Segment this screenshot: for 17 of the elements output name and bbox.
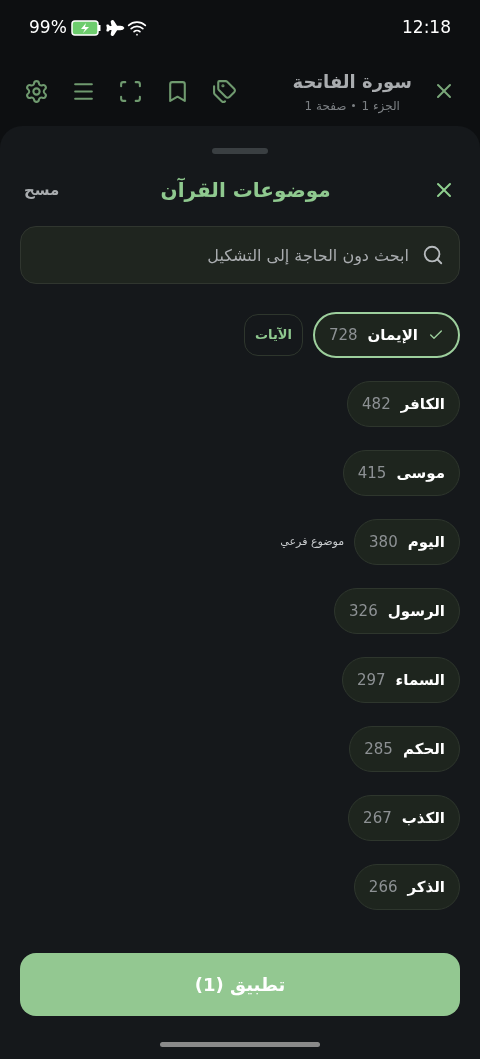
settings-icon[interactable] [24, 78, 49, 104]
fullscreen-icon[interactable] [118, 78, 143, 104]
search-field[interactable]: ابحث دون الحاجة إلى التشكيل [20, 226, 460, 284]
sheet-title: موضوعات القرآن [160, 177, 331, 204]
page-label: صفحة 1 [304, 97, 347, 115]
juz-label: الجزء 1 [361, 97, 400, 115]
clear-button[interactable]: مسح [24, 178, 60, 202]
battery-icon [70, 20, 101, 36]
surah-title: سورة الفاتحة [292, 69, 412, 95]
verses-button[interactable]: الآيات [243, 314, 303, 356]
tag-icon[interactable] [212, 78, 237, 104]
battery-percent: 99% [29, 16, 67, 40]
subtopic-label: موضوع فرعي [280, 533, 345, 550]
wifi-icon [126, 18, 147, 38]
clock: 12:18 [402, 16, 451, 40]
search-icon [422, 244, 444, 266]
drag-handle[interactable] [212, 148, 268, 154]
